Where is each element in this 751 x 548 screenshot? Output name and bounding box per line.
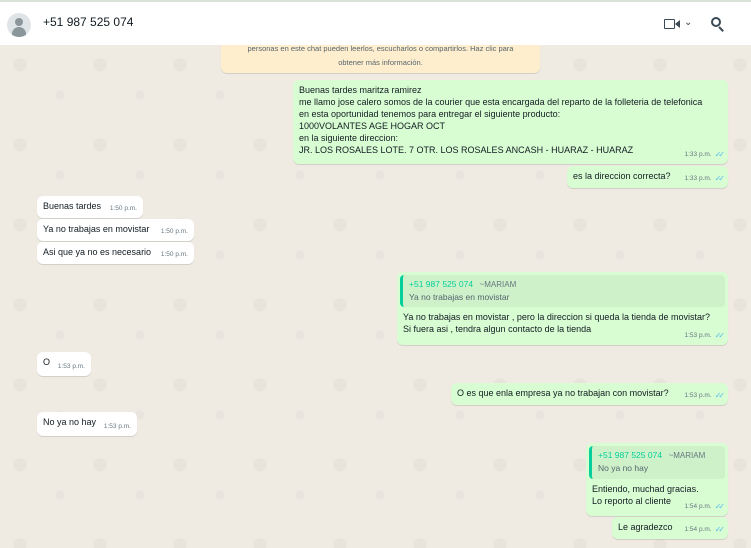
message-meta: 1:33 p.m. ✓✓ [684, 174, 726, 183]
message-outgoing[interactable]: Le agradezco 1:54 p.m. ✓✓ [612, 517, 728, 539]
message-meta: 1:33 p.m. ✓✓ [684, 150, 726, 159]
double-check-icon: ✓✓ [714, 331, 726, 340]
message-outgoing[interactable]: es la direccion correcta? 1:33 p.m. ✓✓ [567, 166, 728, 188]
avatar-icon[interactable] [7, 13, 31, 37]
message-meta: 1:53 p.m. ✓✓ [684, 391, 726, 400]
message-incoming[interactable]: O 1:53 p.m. [37, 352, 91, 376]
double-check-icon: ✓✓ [714, 525, 726, 534]
double-check-icon: ✓✓ [714, 174, 726, 183]
double-check-icon: ✓✓ [714, 502, 726, 511]
quoted-message[interactable]: +51 987 525 074 ~MARIAM No ya no hay [589, 446, 725, 479]
message-incoming[interactable]: No ya no hay 1:53 p.m. [37, 412, 137, 436]
message-outgoing[interactable]: Buenas tardes maritza ramirez me llamo j… [293, 80, 728, 164]
search-icon[interactable] [711, 17, 725, 32]
message-meta: 1:53 p.m. ✓✓ [684, 331, 726, 340]
message-outgoing-reply[interactable]: +51 987 525 074 ~MARIAM Ya no trabajas e… [397, 272, 728, 345]
chevron-down-icon: ⌄ [684, 17, 693, 28]
double-check-icon: ✓✓ [714, 150, 726, 159]
quoted-message[interactable]: +51 987 525 074 ~MARIAM Ya no trabajas e… [400, 275, 725, 307]
message-meta: 1:50 p.m. [160, 251, 188, 258]
message-incoming[interactable]: Asi que ya no es necesario 1:50 p.m. [37, 242, 194, 264]
contact-name[interactable]: +51 987 525 074 [43, 15, 133, 29]
video-camera-icon [664, 19, 675, 29]
message-list[interactable]: personas en este chat pueden leerlos, es… [0, 45, 751, 548]
message-meta: 1:54 p.m. ✓✓ [684, 502, 726, 511]
message-outgoing-reply[interactable]: +51 987 525 074 ~MARIAM No ya no hay Ent… [586, 443, 728, 516]
message-outgoing[interactable]: O es que enla empresa ya no trabajan con… [451, 383, 728, 405]
double-check-icon: ✓✓ [714, 391, 726, 400]
message-incoming[interactable]: Ya no trabajas en movistar 1:50 p.m. [37, 219, 194, 241]
message-meta: 1:50 p.m. [109, 205, 137, 212]
encryption-notice[interactable]: personas en este chat pueden leerlos, es… [221, 45, 540, 73]
message-meta: 1:53 p.m. [57, 363, 85, 370]
message-meta: 1:50 p.m. [160, 228, 188, 235]
message-meta: 1:53 p.m. [103, 423, 131, 430]
message-meta: 1:54 p.m. ✓✓ [684, 525, 726, 534]
chat-header: +51 987 525 074 ⌄ [0, 0, 751, 45]
video-call-button[interactable]: ⌄ [663, 16, 695, 34]
message-incoming[interactable]: Buenas tardes 1:50 p.m. [37, 196, 143, 218]
